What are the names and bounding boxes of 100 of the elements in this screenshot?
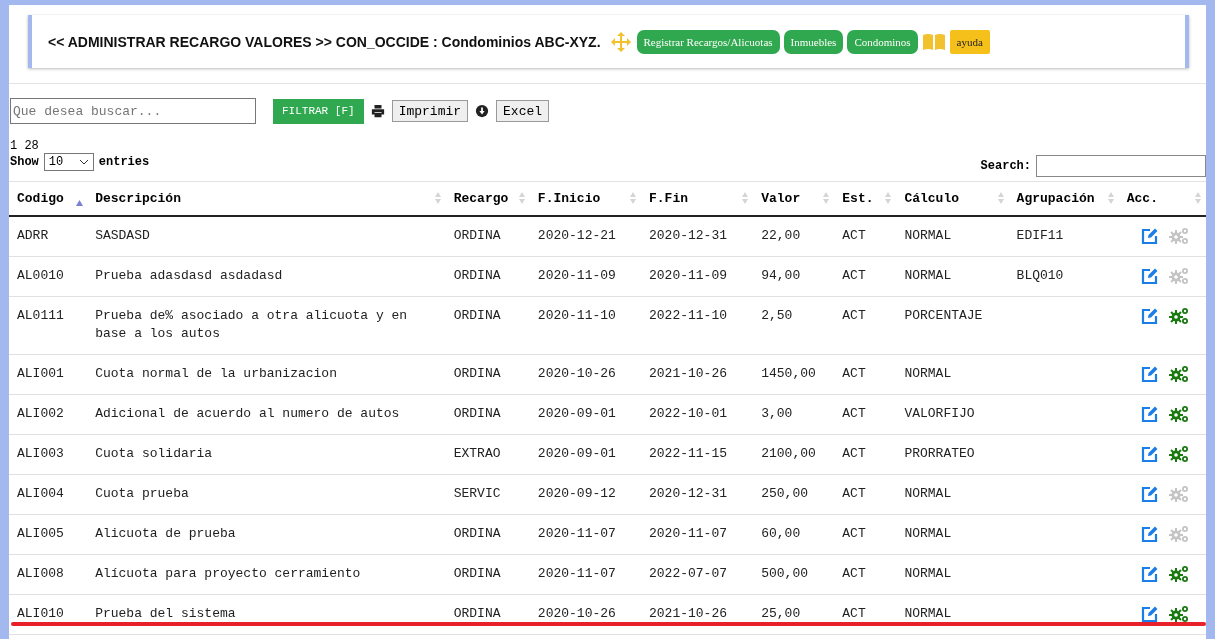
edit-icon[interactable]: [1140, 364, 1159, 383]
table-cell: Prueba adasdasd asdadasd: [95, 267, 283, 283]
table-cell: 2020-11-10: [537, 307, 616, 323]
table-cell: 2020-11-07: [537, 565, 616, 581]
table-cell: 94,00: [761, 267, 801, 283]
gears-icon[interactable]: [1168, 364, 1189, 383]
edit-icon[interactable]: [1140, 404, 1159, 423]
table-cell: 3,00: [761, 405, 793, 421]
entries-select[interactable]: 10: [43, 153, 94, 171]
table-cell: PORCENTAJE: [904, 307, 983, 323]
table-cell: BLQ010: [1016, 267, 1064, 283]
table-cell: Adicional de acuerdo al numero de autos: [95, 405, 400, 421]
table-cell: ORDINA: [453, 227, 501, 243]
table-cell: 500,00: [761, 565, 808, 581]
table-cell: AL0111: [17, 307, 64, 323]
pagination-text: 1 28: [9, 139, 40, 153]
edit-icon[interactable]: [1140, 306, 1159, 325]
table-cell: Alicuota de prueba: [95, 525, 236, 541]
table-cell: 22,00: [761, 227, 801, 243]
table-cell: VALORFIJO: [904, 405, 975, 421]
edit-icon[interactable]: [1140, 564, 1159, 583]
table-cell: 2100,00: [761, 445, 816, 461]
table-cell: 2020-11-09: [649, 267, 728, 283]
excel-button[interactable]: Excel: [496, 100, 550, 122]
column-header[interactable]: Est.: [834, 181, 897, 216]
table-cell: NORMAL: [904, 525, 952, 541]
edit-icon[interactable]: [1140, 266, 1159, 285]
edit-icon[interactable]: [1140, 226, 1159, 245]
table-cell: ALI001: [17, 365, 64, 381]
table-cell: ACT: [842, 565, 866, 581]
column-header[interactable]: F.Inicio: [529, 181, 641, 216]
book-icon: [921, 32, 946, 51]
table-cell: ACT: [842, 525, 866, 541]
table-cell: ACT: [842, 405, 866, 421]
move-icon: [610, 31, 631, 52]
gears-icon[interactable]: [1168, 564, 1189, 583]
column-header[interactable]: F.Fin: [641, 181, 754, 216]
table-cell: ACT: [842, 485, 866, 501]
table-cell: ALI010: [17, 605, 64, 621]
table-cell: Prueba de% asociado a otra alicuota y en base a los autos: [95, 307, 408, 341]
column-header[interactable]: Cálculo: [896, 181, 1009, 216]
show-label: Show: [10, 155, 39, 169]
table-cell: ORDINA: [453, 405, 501, 421]
table-cell: Cuota normal de la urbanizacion: [95, 365, 337, 381]
table-cell: NORMAL: [904, 267, 952, 283]
gears-icon[interactable]: [1168, 604, 1189, 623]
table-cell: 2,50: [761, 307, 793, 323]
help-button[interactable]: ayuda: [949, 29, 990, 54]
edit-icon[interactable]: [1140, 524, 1159, 543]
table-cell: Prueba del sistema: [95, 605, 236, 621]
edit-icon[interactable]: [1140, 484, 1159, 503]
table-cell: Cuota prueba: [95, 485, 189, 501]
table-cell: 2020-09-01: [537, 445, 616, 461]
table-cell: EDIF11: [1016, 227, 1064, 243]
column-header[interactable]: Recargo: [445, 181, 530, 216]
table-search-field[interactable]: [1036, 155, 1206, 177]
table-cell: Alícuota para proyecto cerramiento: [95, 565, 361, 581]
table-cell: 250,00: [761, 485, 808, 501]
table-cell: PRORRATEO: [904, 445, 975, 461]
table-cell: 2021-10-26: [649, 605, 728, 621]
column-header[interactable]: Acc.: [1118, 181, 1206, 216]
table-cell: 2020-11-07: [537, 525, 616, 541]
table-cell: 2020-12-31: [649, 485, 728, 501]
table-cell: NORMAL: [904, 565, 952, 581]
page-title: << ADMINISTRAR RECARGO VALORES >> CON_OCCIDE : Condominios ABC-XYZ.: [48, 33, 601, 50]
table-cell: AL0010: [17, 267, 64, 283]
gears-icon[interactable]: [1168, 404, 1189, 423]
table-cell: 2020-10-26: [537, 605, 616, 621]
column-header[interactable]: Agrupación: [1008, 181, 1119, 216]
table-cell: 2022-10-01: [649, 405, 728, 421]
gears-icon[interactable]: [1168, 306, 1189, 325]
table-cell: ORDINA: [453, 605, 501, 621]
table-cell: EXTRAO: [453, 445, 501, 461]
table-cell: 60,00: [761, 525, 801, 541]
edit-icon[interactable]: [1140, 604, 1159, 623]
column-header[interactable]: Descripción: [87, 181, 446, 216]
column-header[interactable]: Valor: [753, 181, 835, 216]
table-cell: 2020-12-21: [537, 227, 616, 243]
table-cell: 25,00: [761, 605, 801, 621]
table-cell: 2022-07-07: [649, 565, 728, 581]
edit-icon[interactable]: [1140, 444, 1159, 463]
download-icon: [475, 104, 490, 118]
entries-label: entries: [98, 155, 150, 169]
table-cell: ORDINA: [453, 267, 501, 283]
table-cell: ALI004: [17, 485, 64, 501]
print-button[interactable]: Imprimir: [391, 100, 469, 122]
table-cell: ALI008: [17, 565, 64, 581]
table-cell: ACT: [842, 605, 866, 621]
column-header[interactable]: Codigo: [9, 181, 88, 216]
gears-icon[interactable]: [1168, 444, 1189, 463]
table-cell: 2020-11-07: [649, 525, 728, 541]
table-cell: 2021-10-26: [649, 365, 728, 381]
table-cell: SERVIC: [453, 485, 501, 501]
table-cell: ALI003: [17, 445, 64, 461]
table-cell: 2020-09-01: [537, 405, 616, 421]
table-cell: ORDINA: [453, 365, 501, 381]
table-cell: 2020-10-26: [537, 365, 616, 381]
search-field[interactable]: Que desea buscar...: [10, 98, 256, 124]
table-cell: 2022-11-15: [649, 445, 728, 461]
table-cell: NORMAL: [904, 227, 952, 243]
